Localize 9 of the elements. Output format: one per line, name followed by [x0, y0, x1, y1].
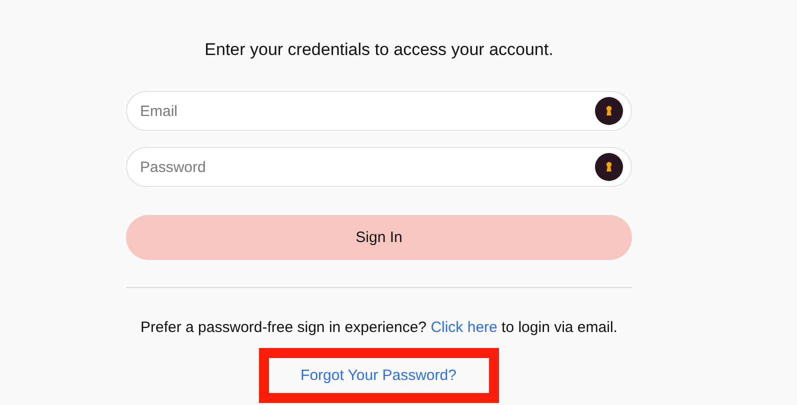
forgot-password-link[interactable]: Forgot Your Password? [300, 367, 456, 384]
input-field[interactable]: Email [126, 91, 632, 131]
keyhole-icon [595, 153, 623, 181]
input-field[interactable]: Password [126, 147, 632, 187]
heading: Enter your credentials to access your account. [204, 39, 554, 61]
keyhole-icon [595, 97, 623, 125]
click-here-link[interactable]: Click here [430, 319, 498, 336]
sign-in-button[interactable]: Sign In [126, 215, 632, 260]
passwordless-text: Prefer a password-free sign in experience? Click here to login via email. [140, 319, 618, 336]
